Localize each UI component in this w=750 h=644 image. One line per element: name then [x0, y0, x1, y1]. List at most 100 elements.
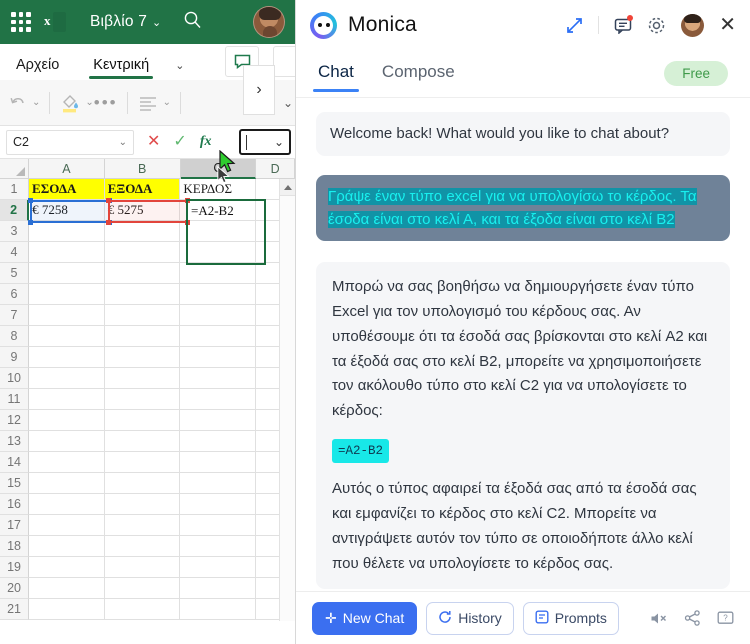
cell-a17[interactable]	[29, 515, 105, 536]
cell-a6[interactable]	[29, 284, 105, 305]
cell-a8[interactable]	[29, 326, 105, 347]
row-header-1[interactable]: 1	[0, 179, 30, 200]
expand-icon[interactable]	[566, 17, 583, 34]
cell-a21[interactable]	[29, 599, 105, 620]
cell-b4[interactable]	[104, 242, 181, 263]
cell-b8[interactable]	[104, 326, 181, 347]
ribbon-chevron-down-icon[interactable]: ⌄	[175, 59, 184, 80]
row-header-2[interactable]: 2	[0, 200, 30, 221]
cell-c9[interactable]	[180, 347, 257, 368]
row-header-3[interactable]: 3	[0, 221, 30, 242]
cell-c16[interactable]	[180, 494, 257, 515]
cell-a16[interactable]	[29, 494, 105, 515]
cell-b6[interactable]	[104, 284, 181, 305]
grid-scrollbar[interactable]	[279, 179, 295, 621]
search-icon[interactable]	[183, 10, 202, 34]
avatar[interactable]	[681, 13, 705, 37]
cell-a12[interactable]	[29, 410, 105, 431]
cell-a2[interactable]: € 7258	[29, 200, 105, 221]
cell-a20[interactable]	[29, 578, 105, 599]
cell-b7[interactable]	[104, 305, 181, 326]
align-caret-icon[interactable]: ⌄	[163, 97, 171, 108]
prompts-button[interactable]: Prompts	[522, 601, 619, 635]
cell-a19[interactable]	[29, 557, 105, 578]
history-button[interactable]: History	[426, 601, 514, 635]
row-header-18[interactable]: 18	[0, 536, 30, 557]
cell-a3[interactable]	[29, 221, 105, 242]
cell-c8[interactable]	[180, 326, 257, 347]
cell-c21[interactable]	[180, 599, 257, 620]
row-header-19[interactable]: 19	[0, 557, 30, 578]
undo-icon[interactable]: ⌄	[8, 94, 40, 112]
cell-c11[interactable]	[180, 389, 257, 410]
cell-b17[interactable]	[104, 515, 181, 536]
cell-b20[interactable]	[104, 578, 181, 599]
row-header-13[interactable]: 13	[0, 431, 30, 452]
row-header-11[interactable]: 11	[0, 389, 30, 410]
cell-c17[interactable]	[180, 515, 257, 536]
cell-a4[interactable]	[29, 242, 105, 263]
mute-icon[interactable]	[650, 611, 668, 626]
cell-c12[interactable]	[180, 410, 257, 431]
cell-b13[interactable]	[104, 431, 181, 452]
cell-b3[interactable]	[104, 221, 181, 242]
row-header-5[interactable]: 5	[0, 263, 30, 284]
cell-a13[interactable]	[29, 431, 105, 452]
cell-c4[interactable]	[180, 242, 257, 263]
align-left-icon[interactable]: ⌄	[137, 95, 171, 111]
column-header-c[interactable]: C	[180, 159, 257, 179]
cell-a15[interactable]	[29, 473, 105, 494]
avatar[interactable]	[253, 6, 285, 38]
cell-c19[interactable]	[180, 557, 257, 578]
row-header-15[interactable]: 15	[0, 473, 30, 494]
ribbon-overflow-button[interactable]: ›	[243, 65, 275, 115]
cell-c18[interactable]	[180, 536, 257, 557]
cell-b10[interactable]	[104, 368, 181, 389]
messages-icon[interactable]	[614, 14, 634, 34]
cell-a1[interactable]: ΕΣΟΔΑ	[29, 179, 105, 200]
cell-a7[interactable]	[29, 305, 105, 326]
cell-a9[interactable]	[29, 347, 105, 368]
column-header-a[interactable]: A	[29, 159, 105, 179]
cell-c13[interactable]	[180, 431, 257, 452]
tab-compose[interactable]: Compose	[382, 62, 455, 86]
row-header-21[interactable]: 21	[0, 599, 30, 620]
cell-b16[interactable]	[104, 494, 181, 515]
cell-c6[interactable]	[180, 284, 257, 305]
row-header-7[interactable]: 7	[0, 305, 30, 326]
cell-c7[interactable]	[180, 305, 257, 326]
tab-chat[interactable]: Chat	[311, 57, 361, 92]
cell-a18[interactable]	[29, 536, 105, 557]
cell-c3[interactable]	[180, 221, 257, 242]
formula-input[interactable]: ⌄	[239, 129, 291, 155]
more-options-icon[interactable]: •••	[94, 94, 118, 111]
cancel-icon[interactable]: ✕	[147, 134, 160, 150]
gear-icon[interactable]	[647, 16, 666, 35]
assistant-code-block[interactable]: =A2-B2	[332, 438, 390, 464]
cell-b19[interactable]	[104, 557, 181, 578]
enter-icon[interactable]: ✓	[173, 134, 186, 150]
row-header-6[interactable]: 6	[0, 284, 30, 305]
cell-b12[interactable]	[104, 410, 181, 431]
row-header-17[interactable]: 17	[0, 515, 30, 536]
column-header-b[interactable]: B	[104, 159, 181, 179]
row-header-16[interactable]: 16	[0, 494, 30, 515]
cell-b1[interactable]: ΕΞΟΔΑ	[104, 179, 181, 200]
row-header-12[interactable]: 12	[0, 410, 30, 431]
plan-badge[interactable]: Free	[664, 61, 728, 86]
cell-c20[interactable]	[180, 578, 257, 599]
fill-color-icon[interactable]: ⌄	[59, 92, 94, 114]
tab-home[interactable]: Κεντρική	[87, 55, 155, 80]
document-title[interactable]: Βιβλίο 7 ⌄	[90, 13, 161, 31]
cell-c1[interactable]: ΚΕΡΔΟΣ	[180, 179, 257, 200]
cell-b15[interactable]	[104, 473, 181, 494]
app-launcher-icon[interactable]	[8, 9, 34, 35]
ribbon-overflow-caret-icon[interactable]: ⌄	[283, 96, 293, 110]
cell-c10[interactable]	[180, 368, 257, 389]
cell-b14[interactable]	[104, 452, 181, 473]
cell-c14[interactable]	[180, 452, 257, 473]
row-header-9[interactable]: 9	[0, 347, 30, 368]
cell-a10[interactable]	[29, 368, 105, 389]
fill-color-caret-icon[interactable]: ⌄	[85, 97, 93, 108]
name-box[interactable]: C2 ⌄	[6, 129, 134, 155]
